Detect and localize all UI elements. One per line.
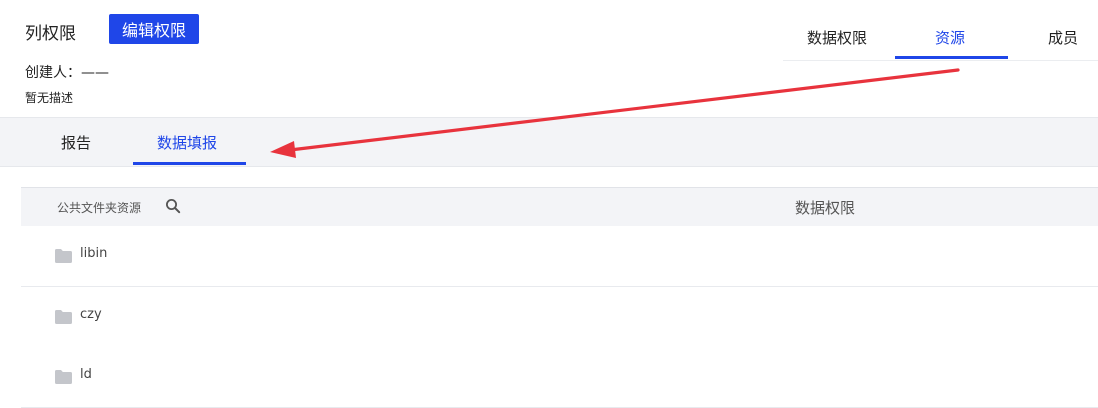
subtab-data-entry[interactable]: 数据填报 (157, 132, 217, 153)
folder-icon (55, 310, 72, 324)
table-row[interactable]: ld (21, 347, 1098, 408)
folder-name: libin (80, 246, 108, 261)
tab-data-permission[interactable]: 数据权限 (807, 27, 867, 48)
folder-name: czy (80, 307, 102, 322)
resource-table: 公共文件夹资源 数据权限 libin czy ld (21, 187, 1098, 408)
folder-name: ld (80, 367, 92, 382)
tab-members[interactable]: 成员 (1048, 27, 1078, 48)
search-icon[interactable] (165, 198, 181, 214)
page-title: 列权限 (25, 24, 76, 44)
description-text: 暂无描述 (25, 91, 74, 105)
table-row[interactable]: czy (21, 287, 1098, 348)
sub-tab-bar: 报告 数据填报 (0, 117, 1098, 167)
column-header-permission: 数据权限 (795, 199, 856, 217)
creator-label: 创建人：—— (25, 65, 109, 81)
table-header: 公共文件夹资源 数据权限 (21, 187, 1098, 227)
column-header-resource: 公共文件夹资源 (57, 201, 142, 215)
folder-icon (55, 370, 72, 384)
top-tab-bar: 数据权限 资源 成员 (783, 16, 1098, 61)
folder-icon (55, 249, 72, 263)
table-row[interactable]: libin (21, 226, 1098, 287)
tab-resources[interactable]: 资源 (935, 27, 965, 48)
active-subtab-indicator (133, 162, 246, 165)
active-tab-indicator (895, 56, 1008, 59)
edit-permission-button[interactable]: 编辑权限 (109, 14, 199, 44)
subtab-report[interactable]: 报告 (61, 132, 91, 153)
